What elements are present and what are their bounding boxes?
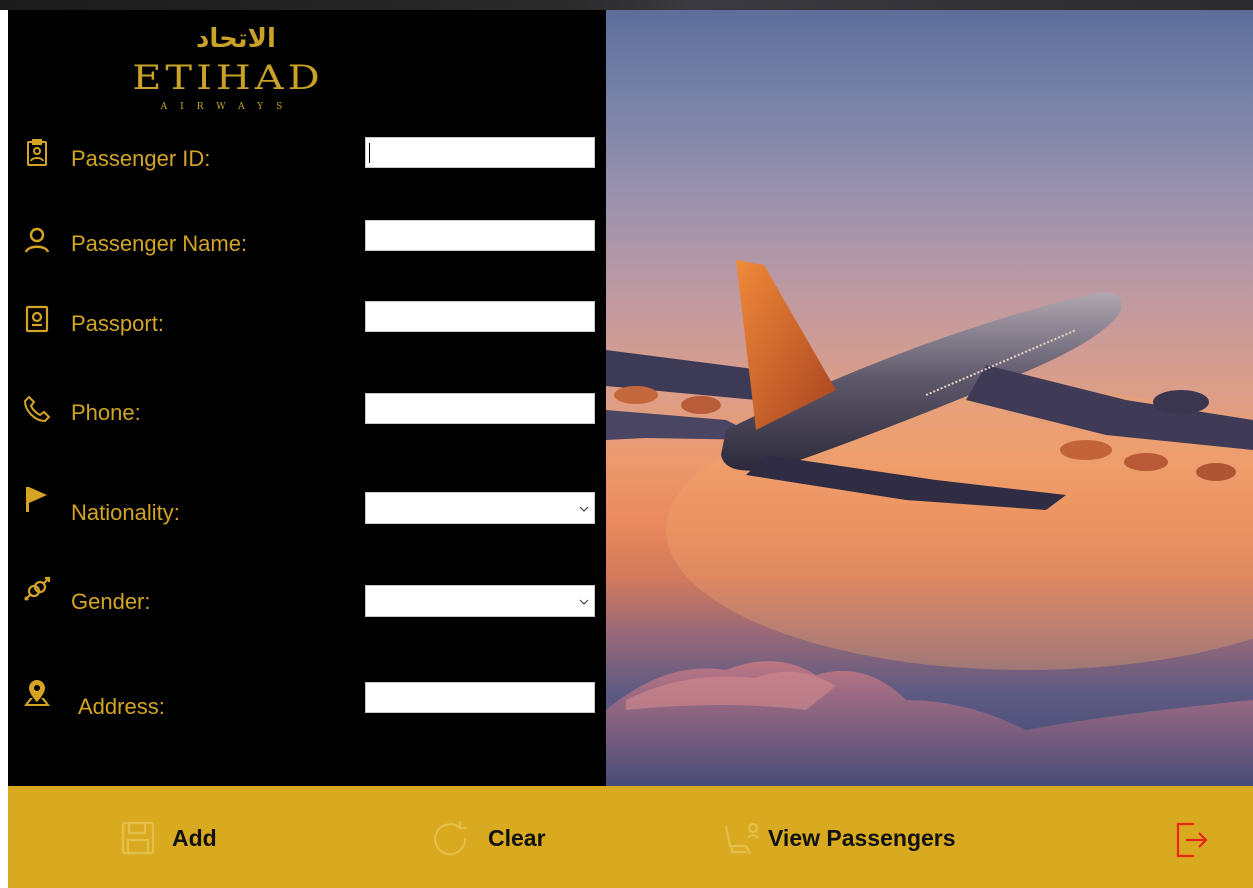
view-passengers-label: View Passengers [768,824,956,851]
passenger-name-label: Passenger Name: [71,231,248,256]
action-bar: Add Clear View Passengers [8,786,1253,888]
text-caret [369,143,370,163]
save-disk-icon [118,818,158,858]
add-button[interactable]: Add [118,816,217,860]
gender-icon [22,574,52,604]
passport-label: Passport: [71,311,164,336]
chevron-down-icon [578,501,590,515]
address-label: Address: [78,694,165,719]
logo-wordmark: ETIHAD [132,58,324,98]
passenger-name-input[interactable] [365,220,595,251]
refresh-icon [430,818,470,858]
passport-icon [22,304,52,334]
airplane-sunset-image [606,10,1253,786]
exit-icon[interactable] [1174,820,1210,860]
clear-button[interactable]: Clear [430,816,546,860]
airplane-illustration [606,260,1253,786]
chevron-down-icon [578,594,590,608]
logo-arabic-text: الاتحاد [196,24,276,54]
gender-label: Gender: [71,589,151,614]
gender-select[interactable] [365,585,595,617]
id-badge-icon [22,138,52,168]
passenger-form-panel: الاتحاد ETIHAD AIRWAYS Passenger ID: Pas… [8,10,606,786]
etihad-logo: الاتحاد ETIHAD AIRWAYS [73,20,383,112]
location-pin-icon [22,678,52,708]
view-passengers-button[interactable]: View Passengers [720,816,956,860]
phone-input[interactable] [365,393,595,424]
phone-icon [22,394,52,424]
add-button-label: Add [172,824,217,851]
logo-subtitle: AIRWAYS [160,102,296,112]
passenger-id-label: Passenger ID: [71,146,211,171]
passport-input[interactable] [365,301,595,332]
passenger-id-input[interactable] [365,137,595,168]
address-input[interactable] [365,682,595,713]
passenger-seat-icon [720,818,762,858]
nationality-select[interactable] [365,492,595,524]
app-window: الاتحاد ETIHAD AIRWAYS Passenger ID: Pas… [0,0,1253,888]
phone-label: Phone: [71,400,141,425]
nationality-label: Nationality: [71,500,180,525]
clear-button-label: Clear [488,824,546,851]
person-icon [22,225,52,255]
window-top-strip [0,0,1253,10]
flag-icon [22,484,52,514]
